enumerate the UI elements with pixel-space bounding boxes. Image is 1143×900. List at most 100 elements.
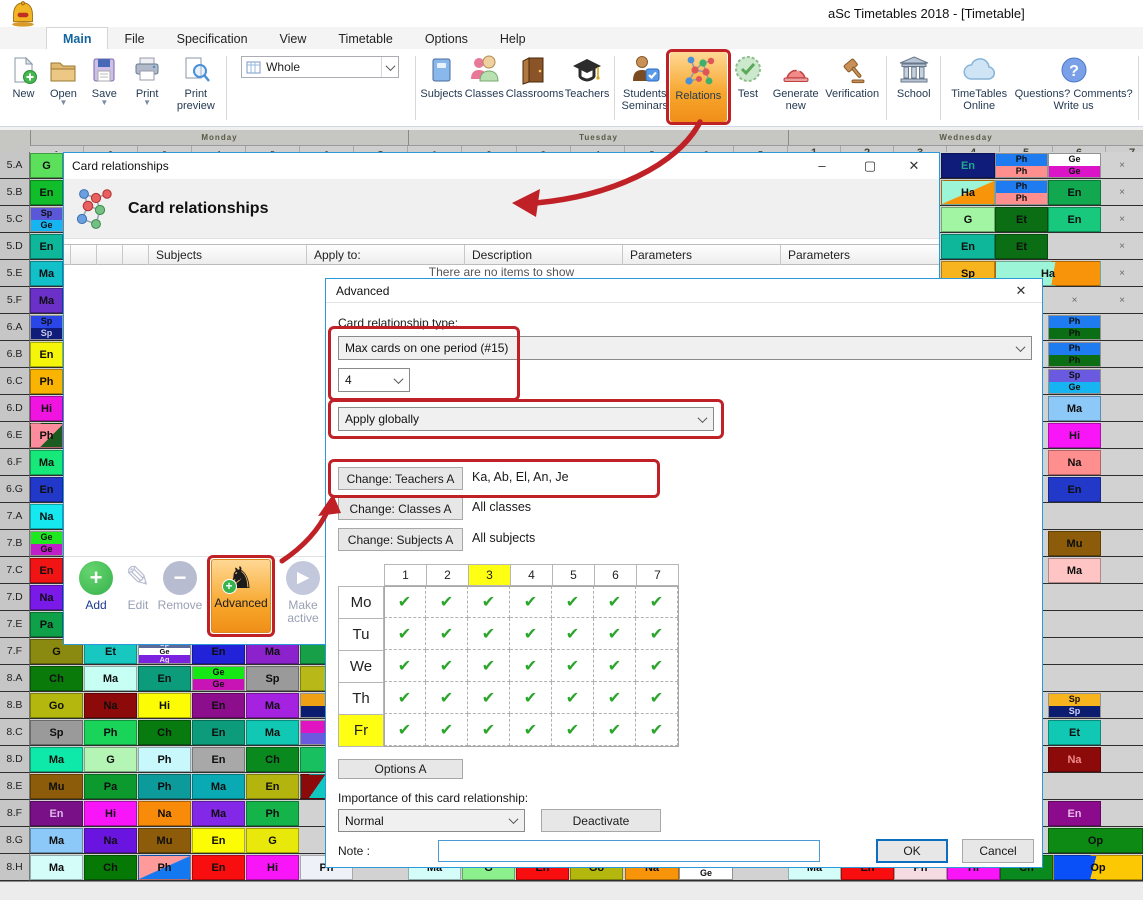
save-dropdown-caret[interactable]: ▼ [100,100,108,106]
tab-main[interactable]: Main [46,27,108,49]
lesson-card[interactable]: Ph [30,423,63,448]
lesson-card[interactable]: Ch [138,720,191,745]
lesson-card[interactable]: Ch [246,747,299,772]
remove-button[interactable]: − Remove [158,561,202,612]
period-check-cell[interactable]: ✔ [636,586,678,618]
lesson-card[interactable]: Ch [30,666,83,691]
lesson-card[interactable]: SpSp [30,315,63,340]
print-dropdown-caret[interactable]: ▼ [143,100,151,106]
lesson-card[interactable]: Ph [246,801,299,826]
period-check-cell[interactable]: ✔ [552,650,594,682]
cancel-button[interactable]: Cancel [962,839,1034,863]
lesson-card[interactable]: En [192,855,245,880]
lesson-card[interactable]: G [941,207,995,232]
lesson-card[interactable]: En [192,747,245,772]
lesson-card[interactable]: Ma [30,747,83,772]
maximize-icon[interactable]: ▢ [853,155,887,176]
lesson-card[interactable]: Hi [84,801,137,826]
lesson-card[interactable]: Ma [192,801,245,826]
tab-specification[interactable]: Specification [161,27,264,49]
generate-new-button[interactable]: Generate new [769,52,822,122]
day-row-header[interactable]: Th [338,682,384,715]
day-row-header[interactable]: Fr [338,714,384,747]
save-button[interactable]: Save▼ [84,52,125,122]
period-check-cell[interactable]: ✔ [510,714,552,746]
lesson-card[interactable]: GeGe [30,531,63,556]
period-column-header[interactable]: 7 [636,564,679,586]
period-check-cell[interactable]: ✔ [468,586,510,618]
timetables-online-button[interactable]: TimeTables Online [945,52,1013,122]
lesson-card[interactable]: En [30,342,63,367]
close-icon[interactable]: ✕ [1004,280,1038,301]
change-subjects-button[interactable]: Change: Subjects A [338,528,463,551]
lesson-card[interactable] [300,693,326,718]
period-check-cell[interactable]: ✔ [468,618,510,650]
lesson-card[interactable]: Na [30,504,63,529]
open-button[interactable]: Open▼ [43,52,84,122]
tab-options[interactable]: Options [409,27,484,49]
column-header[interactable]: Subjects [148,245,306,265]
period-check-cell[interactable]: ✔ [552,682,594,714]
lesson-card[interactable]: GeGe [1048,153,1101,178]
day-row-header[interactable]: Tu [338,618,384,651]
period-check-cell[interactable]: ✔ [636,714,678,746]
ok-button[interactable]: OK [876,839,948,863]
lesson-card[interactable]: Pa [84,774,137,799]
lesson-card[interactable]: Ph [84,720,137,745]
tab-view[interactable]: View [264,27,323,49]
lesson-card[interactable]: Ma [30,828,83,853]
lesson-card[interactable]: G [30,153,63,178]
lesson-card[interactable]: En [941,153,995,178]
period-check-cell[interactable]: ✔ [594,714,636,746]
period-column-header[interactable]: 1 [384,564,427,586]
view-selector-caret[interactable] [381,57,398,77]
lesson-card[interactable]: En [192,828,245,853]
lesson-card[interactable]: Mu [138,828,191,853]
period-check-cell[interactable]: ✔ [636,618,678,650]
lesson-card[interactable]: Na [1048,450,1101,475]
print-preview-button[interactable]: Print preview [170,52,223,122]
lesson-card[interactable]: Sp [30,720,83,745]
column-header-narrow[interactable] [96,245,122,265]
lesson-card[interactable]: PhPh [1048,342,1101,367]
lesson-card[interactable]: Ma [84,666,137,691]
period-check-cell[interactable]: ✔ [426,682,468,714]
edit-button[interactable]: ✎ Edit [116,561,160,612]
lesson-card[interactable]: En [30,801,83,826]
lesson-card[interactable]: En [1048,801,1101,826]
lesson-card[interactable]: Ma [30,855,83,880]
lesson-card[interactable]: Mu [30,774,83,799]
lesson-card[interactable]: Na [30,585,63,610]
lesson-card[interactable]: En [1048,207,1101,232]
options-a-button[interactable]: Options A [338,759,463,779]
column-header[interactable]: Parameters [780,245,938,265]
period-check-cell[interactable]: ✔ [384,618,426,650]
lesson-card[interactable] [300,666,326,691]
lesson-card[interactable]: G [246,828,299,853]
period-check-cell[interactable]: ✔ [510,586,552,618]
lesson-card[interactable]: Et [995,207,1048,232]
lesson-card[interactable]: En [1048,477,1101,502]
column-header-narrow[interactable] [70,245,96,265]
open-dropdown-caret[interactable]: ▼ [59,100,67,106]
school-button[interactable]: School [891,52,936,122]
advanced-button[interactable]: ♞+ Advanced [211,559,271,633]
lesson-card[interactable]: Op [1048,828,1143,853]
lesson-card[interactable]: G [84,747,137,772]
period-check-cell[interactable]: ✔ [468,682,510,714]
period-check-cell[interactable]: ✔ [510,618,552,650]
period-check-cell[interactable]: ✔ [426,714,468,746]
period-check-cell[interactable]: ✔ [426,618,468,650]
lesson-card[interactable]: Na [1048,747,1101,772]
lesson-card[interactable]: Hi [1048,423,1101,448]
deactivate-button[interactable]: Deactivate [541,809,661,832]
lesson-card[interactable]: En [30,234,63,259]
lesson-card[interactable]: En [192,693,245,718]
lesson-card[interactable] [300,720,326,745]
lesson-card[interactable]: Ch [84,855,137,880]
period-check-cell[interactable]: ✔ [468,714,510,746]
change-classes-button[interactable]: Change: Classes A [338,497,463,520]
day-row-header[interactable]: We [338,650,384,683]
make-active-button[interactable]: ▶ Make active [276,561,330,625]
lesson-card[interactable]: Ph [138,855,191,880]
